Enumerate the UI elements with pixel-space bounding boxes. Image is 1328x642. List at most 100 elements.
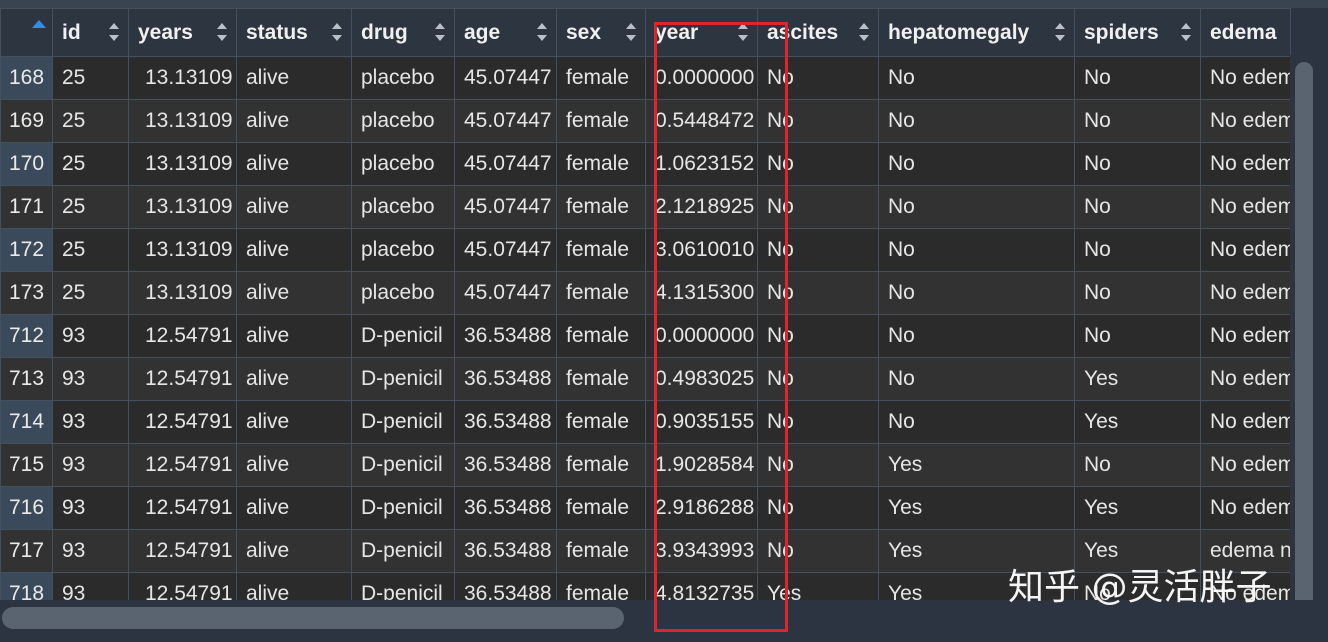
column-label: ascites [767, 20, 839, 44]
cell-status: alive [236, 400, 352, 444]
cell-years: 13.13109 [128, 271, 237, 315]
cell-ascites: No [757, 56, 879, 100]
sort-icon[interactable] [435, 23, 445, 41]
column-label: sex [566, 20, 602, 44]
cell-drug: D-penicil [351, 529, 455, 573]
cell-ascites: No [757, 142, 879, 186]
cell-year: 2.9186288 [645, 486, 758, 530]
column-header-rownum[interactable] [0, 8, 53, 57]
column-label: status [246, 20, 308, 44]
cell-age: 45.07447 [454, 185, 557, 229]
cell-id: 25 [52, 142, 129, 186]
sort-icon[interactable] [217, 23, 227, 41]
cell-year: 0.0000000 [645, 56, 758, 100]
column-header-sex[interactable]: sex [556, 8, 646, 57]
cell-ascites: No [757, 271, 879, 315]
cell-year: 1.9028584 [645, 443, 758, 487]
data-grid: id years status drug age sex year ascite… [0, 8, 1291, 616]
column-header-id[interactable]: id [52, 8, 129, 57]
cell-years: 13.13109 [128, 99, 237, 143]
row-number: 712 [0, 314, 53, 358]
column-header-years[interactable]: years [128, 8, 237, 57]
cell-drug: placebo [351, 228, 455, 272]
column-header-age[interactable]: age [454, 8, 557, 57]
cell-drug: placebo [351, 185, 455, 229]
horizontal-scrollbar-thumb[interactable] [2, 607, 624, 629]
cell-spiders: Yes [1074, 357, 1201, 401]
cell-hepatomegaly: No [878, 271, 1075, 315]
cell-spiders: Yes [1074, 486, 1201, 530]
cell-spiders: No [1074, 56, 1201, 100]
cell-id: 93 [52, 486, 129, 530]
row-number: 715 [0, 443, 53, 487]
cell-sex: female [556, 400, 646, 444]
cell-year: 0.0000000 [645, 314, 758, 358]
cell-hepatomegaly: No [878, 185, 1075, 229]
cell-years: 12.54791 [128, 529, 237, 573]
cell-age: 36.53488 [454, 529, 557, 573]
cell-id: 25 [52, 271, 129, 315]
sort-icon[interactable] [626, 23, 636, 41]
cell-status: alive [236, 228, 352, 272]
cell-edema: No edem [1200, 142, 1291, 186]
cell-sex: female [556, 56, 646, 100]
cell-status: alive [236, 142, 352, 186]
sort-icon[interactable] [738, 23, 748, 41]
cell-spiders: No [1074, 314, 1201, 358]
cell-spiders: No [1074, 142, 1201, 186]
cell-ascites: No [757, 486, 879, 530]
cell-sex: female [556, 228, 646, 272]
cell-sex: female [556, 185, 646, 229]
column-header-drug[interactable]: drug [351, 8, 455, 57]
column-header-ascites[interactable]: ascites [757, 8, 879, 57]
cell-edema: No edem [1200, 443, 1291, 487]
sort-icon[interactable] [1055, 23, 1065, 41]
column-header-edema[interactable]: edema [1200, 8, 1291, 57]
column-header-spiders[interactable]: spiders [1074, 8, 1201, 57]
cell-age: 36.53488 [454, 314, 557, 358]
cell-drug: D-penicil [351, 486, 455, 530]
cell-years: 12.54791 [128, 400, 237, 444]
cell-edema: No edem [1200, 486, 1291, 530]
row-number: 169 [0, 99, 53, 143]
cell-drug: D-penicil [351, 314, 455, 358]
cell-ascites: No [757, 185, 879, 229]
cell-hepatomegaly: Yes [878, 486, 1075, 530]
cell-id: 25 [52, 99, 129, 143]
cell-id: 93 [52, 529, 129, 573]
cell-status: alive [236, 185, 352, 229]
cell-year: 3.9343993 [645, 529, 758, 573]
cell-sex: female [556, 271, 646, 315]
cell-year: 4.1315300 [645, 271, 758, 315]
cell-edema: No edem [1200, 357, 1291, 401]
column-header-hepatomegaly[interactable]: hepatomegaly [878, 8, 1075, 57]
cell-year: 0.4983025 [645, 357, 758, 401]
cell-hepatomegaly: No [878, 142, 1075, 186]
sort-icon[interactable] [109, 23, 119, 41]
cell-hepatomegaly: No [878, 314, 1075, 358]
cell-id: 93 [52, 400, 129, 444]
cell-edema: No edem [1200, 314, 1291, 358]
cell-status: alive [236, 99, 352, 143]
cell-year: 0.5448472 [645, 99, 758, 143]
cell-id: 25 [52, 185, 129, 229]
cell-edema: No edem [1200, 185, 1291, 229]
row-number: 717 [0, 529, 53, 573]
sort-icon[interactable] [859, 23, 869, 41]
column-header-year[interactable]: year [645, 8, 758, 57]
sort-icon[interactable] [332, 23, 342, 41]
cell-years: 13.13109 [128, 142, 237, 186]
column-header-status[interactable]: status [236, 8, 352, 57]
row-number: 172 [0, 228, 53, 272]
sort-icon[interactable] [1181, 23, 1191, 41]
cell-year: 0.9035155 [645, 400, 758, 444]
table-row: 712 93 12.54791 alive D-penicil 36.53488… [0, 314, 1291, 358]
vertical-scrollbar-thumb[interactable] [1295, 62, 1313, 618]
table-row: 170 25 13.13109 alive placebo 45.07447 f… [0, 142, 1291, 186]
cell-hepatomegaly: No [878, 99, 1075, 143]
sort-icon[interactable] [537, 23, 547, 41]
cell-sex: female [556, 529, 646, 573]
header-row: id years status drug age sex year ascite… [0, 8, 1291, 57]
row-number: 168 [0, 56, 53, 100]
table-row: 173 25 13.13109 alive placebo 45.07447 f… [0, 271, 1291, 315]
